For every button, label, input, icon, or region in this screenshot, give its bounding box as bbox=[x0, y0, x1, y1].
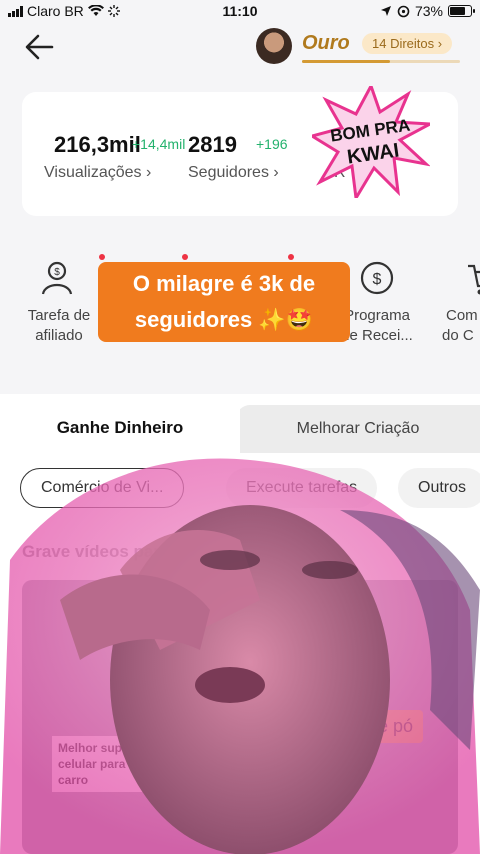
bom-pra-kwai-sticker: BOM PRA KWAI bbox=[312, 86, 430, 198]
section-title: Grave vídeos para ... produtos bbox=[22, 542, 267, 561]
followers-delta: +196 bbox=[256, 136, 288, 152]
svg-text:$: $ bbox=[373, 271, 382, 288]
views-value: 216,3mil bbox=[54, 132, 141, 157]
user-dollar-icon: $ bbox=[41, 261, 73, 295]
followers-value: 2819 bbox=[188, 132, 237, 157]
views-link[interactable]: Visualizações › bbox=[44, 164, 151, 182]
video-card-tag: de pó bbox=[358, 710, 424, 743]
status-bar: Claro BR 11:10 73% bbox=[0, 0, 480, 22]
chip-execute-tarefas[interactable]: Execute tarefas bbox=[226, 468, 378, 508]
tool-affiliate-task[interactable]: $ Tarefa de afiliado bbox=[14, 254, 105, 346]
battery-icon bbox=[448, 5, 475, 17]
notification-dot bbox=[99, 254, 105, 260]
views-delta: +14,4mil bbox=[132, 136, 186, 152]
chip-outros[interactable]: Outros bbox=[398, 468, 480, 508]
avatar[interactable] bbox=[256, 28, 292, 64]
video-caption-overlay: O milagre é 3k de seguidores ✨🤩 bbox=[98, 262, 350, 342]
product-video-card[interactable]: Melhor suport celular para carro de pó bbox=[22, 580, 458, 854]
chip-comercio[interactable]: Comércio de Vi... bbox=[20, 468, 185, 508]
location-icon bbox=[380, 6, 391, 16]
back-arrow-icon[interactable] bbox=[22, 30, 56, 64]
tab-melhorar-criacao[interactable]: Melhorar Criação bbox=[236, 405, 480, 453]
battery-percent: 73% bbox=[414, 3, 443, 19]
tool-commerce[interactable]: Com do C bbox=[436, 258, 480, 346]
tab-ganhe-dinheiro[interactable]: Ganhe Dinheiro bbox=[0, 394, 240, 454]
followers-link[interactable]: Seguidores › bbox=[188, 164, 279, 182]
level-progress-bar bbox=[302, 60, 460, 63]
notification-dot bbox=[288, 254, 294, 260]
rights-button[interactable]: 14 Direitos › bbox=[362, 33, 453, 54]
cart-icon bbox=[468, 264, 480, 295]
dollar-coin-icon: $ bbox=[360, 261, 394, 295]
notification-dot bbox=[182, 254, 188, 260]
svg-text:$: $ bbox=[54, 267, 60, 278]
alarm-icon bbox=[397, 5, 410, 17]
level-name[interactable]: Ouro bbox=[302, 32, 350, 55]
video-card-label: Melhor suport celular para carro bbox=[52, 736, 162, 792]
